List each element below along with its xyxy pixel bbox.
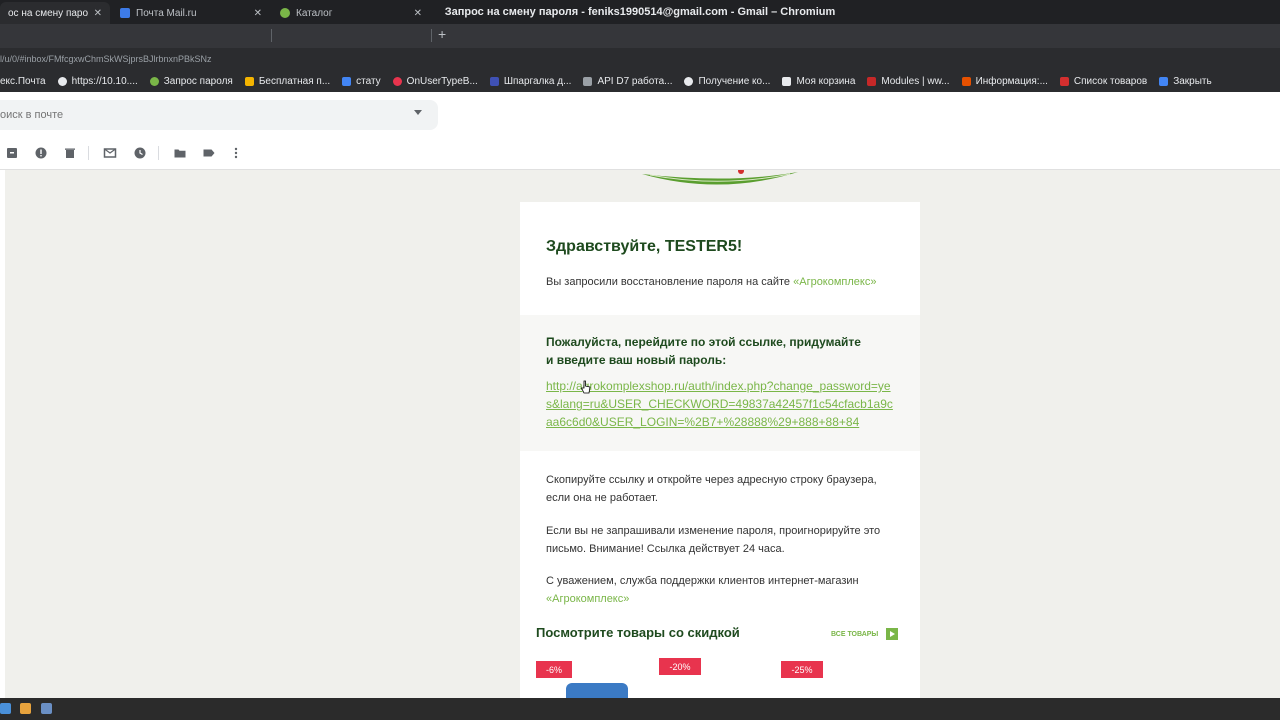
site-favicon-icon <box>1059 76 1069 86</box>
site-favicon-icon <box>867 76 877 86</box>
bookmark-item[interactable]: https://10.10.... <box>57 76 138 87</box>
brand-logo-leaf <box>642 170 798 185</box>
tab-title: Почта Mail.ru <box>136 7 197 19</box>
discount-badge: -20% <box>659 658 701 675</box>
tab-strip <box>0 24 1280 48</box>
gmail-header <box>0 92 1280 138</box>
search-input[interactable] <box>0 109 390 121</box>
request-paragraph: Вы запросили восстановление пароля на са… <box>546 276 877 288</box>
tab-catalog[interactable]: Каталог ✕ <box>272 2 430 24</box>
bookmarks-bar: екс.Почта https://10.10.... Запрос парол… <box>0 70 1280 92</box>
tab-title: Каталог <box>296 7 333 19</box>
more-options-icon[interactable] <box>229 146 243 160</box>
all-goods-link[interactable]: ВСЕ ТОВАРЫ <box>831 628 899 640</box>
search-box[interactable] <box>0 100 438 130</box>
site-favicon-icon <box>1159 76 1169 86</box>
files-app-icon[interactable] <box>0 703 11 714</box>
url-text: l/u/0/#inbox/FMfcgxwChmSkWSjprsBJlrbnxnP… <box>0 54 212 64</box>
site-favicon-icon <box>782 76 792 86</box>
tab-separator <box>271 29 272 42</box>
bookmark-item[interactable]: Получение ко... <box>684 76 770 87</box>
arrow-right-icon <box>886 628 899 640</box>
regards-site-link[interactable]: «Агрокомплекс» <box>546 593 629 605</box>
bookmark-item[interactable]: Информация:... <box>961 76 1048 87</box>
shield-icon <box>342 76 352 86</box>
site-link[interactable]: «Агрокомплекс» <box>793 276 876 288</box>
address-bar[interactable]: l/u/0/#inbox/FMfcgxwChmSkWSjprsBJlrbnxnP… <box>0 48 1280 70</box>
search-options-icon[interactable] <box>414 110 422 115</box>
browser-app-icon[interactable] <box>41 703 52 714</box>
hand-cursor-icon <box>580 380 591 394</box>
toolbar-separator <box>158 146 159 160</box>
bookmark-item[interactable]: Закрыть <box>1159 76 1212 87</box>
bookmark-item[interactable]: Моя корзина <box>782 76 855 87</box>
site-favicon-icon <box>149 76 159 86</box>
email-body-area: Здравствуйте, TESTER5! Вы запросили восс… <box>0 170 1280 698</box>
promo-heading: Посмотрите товары со скидкой <box>536 625 740 640</box>
instruction-text: Пожалуйста, перейдите по этой ссылке, пр… <box>546 335 861 367</box>
editor-app-icon[interactable] <box>20 703 31 714</box>
report-spam-icon[interactable] <box>34 146 48 160</box>
site-favicon-icon <box>583 76 593 86</box>
greeting-section: Здравствуйте, TESTER5! Вы запросили восс… <box>520 202 920 315</box>
bookmark-item[interactable]: стату <box>342 76 381 87</box>
discount-badge: -25% <box>781 661 823 678</box>
bookmark-item[interactable]: API D7 работа... <box>583 76 672 87</box>
github-icon <box>684 76 694 86</box>
snooze-clock-icon[interactable] <box>133 146 147 160</box>
bookmark-item[interactable]: Запрос пароля <box>149 76 233 87</box>
site-favicon-icon <box>489 76 499 86</box>
bookmark-item[interactable]: Бесплатная п... <box>244 76 330 87</box>
trash-icon[interactable] <box>63 146 77 160</box>
message-toolbar <box>0 138 1280 170</box>
bookmark-item[interactable]: Список товаров <box>1059 76 1147 87</box>
window-title: Запрос на смену пароля - feniks1990514@g… <box>444 6 836 18</box>
copy-note-paragraph: Скопируйте ссылку и откройте через адрес… <box>546 474 877 504</box>
left-panel-edge <box>0 170 5 698</box>
ignore-paragraph: Если вы не запрашивали изменение пароля,… <box>546 525 881 555</box>
bookmark-item[interactable]: OnUserTypeB... <box>392 76 478 87</box>
tab-gmail[interactable]: ос на смену пароля ✕ <box>0 2 110 24</box>
footer-section: Скопируйте ссылку и откройте через адрес… <box>520 451 920 698</box>
reset-password-link[interactable]: http://agrokomplexshop.ru/auth/index.php… <box>546 377 894 431</box>
regards-paragraph: С уважением, служба поддержки клиентов и… <box>546 575 859 605</box>
site-favicon-icon <box>244 76 254 86</box>
label-icon[interactable] <box>202 146 216 160</box>
move-to-folder-icon[interactable] <box>173 146 187 160</box>
toolbar-separator <box>88 146 89 160</box>
mark-unread-icon[interactable] <box>103 146 117 160</box>
bookmark-item[interactable]: екс.Почта <box>0 76 46 87</box>
bookmark-item[interactable]: Шпаргалка д... <box>489 76 571 87</box>
greeting-heading: Здравствуйте, TESTER5! <box>546 238 743 255</box>
close-icon[interactable]: ✕ <box>94 8 102 19</box>
tab-separator <box>431 29 432 42</box>
discount-badge: -6% <box>536 661 572 678</box>
tab-title: ос на смену пароля <box>8 7 88 19</box>
site-favicon-icon <box>392 76 402 86</box>
os-taskbar <box>0 698 1280 720</box>
globe-icon <box>57 76 67 86</box>
site-favicon-icon <box>280 8 290 18</box>
new-tab-button[interactable]: + <box>438 26 446 42</box>
tab-mail-ru[interactable]: Почта Mail.ru ✕ <box>112 2 270 24</box>
bookmark-item[interactable]: Modules | ww... <box>867 76 950 87</box>
product-image[interactable] <box>566 683 628 698</box>
close-icon[interactable]: ✕ <box>414 8 422 19</box>
site-favicon-icon <box>961 76 971 86</box>
close-icon[interactable]: ✕ <box>254 8 262 19</box>
envelope-icon <box>120 8 130 18</box>
archive-icon[interactable] <box>5 146 19 160</box>
